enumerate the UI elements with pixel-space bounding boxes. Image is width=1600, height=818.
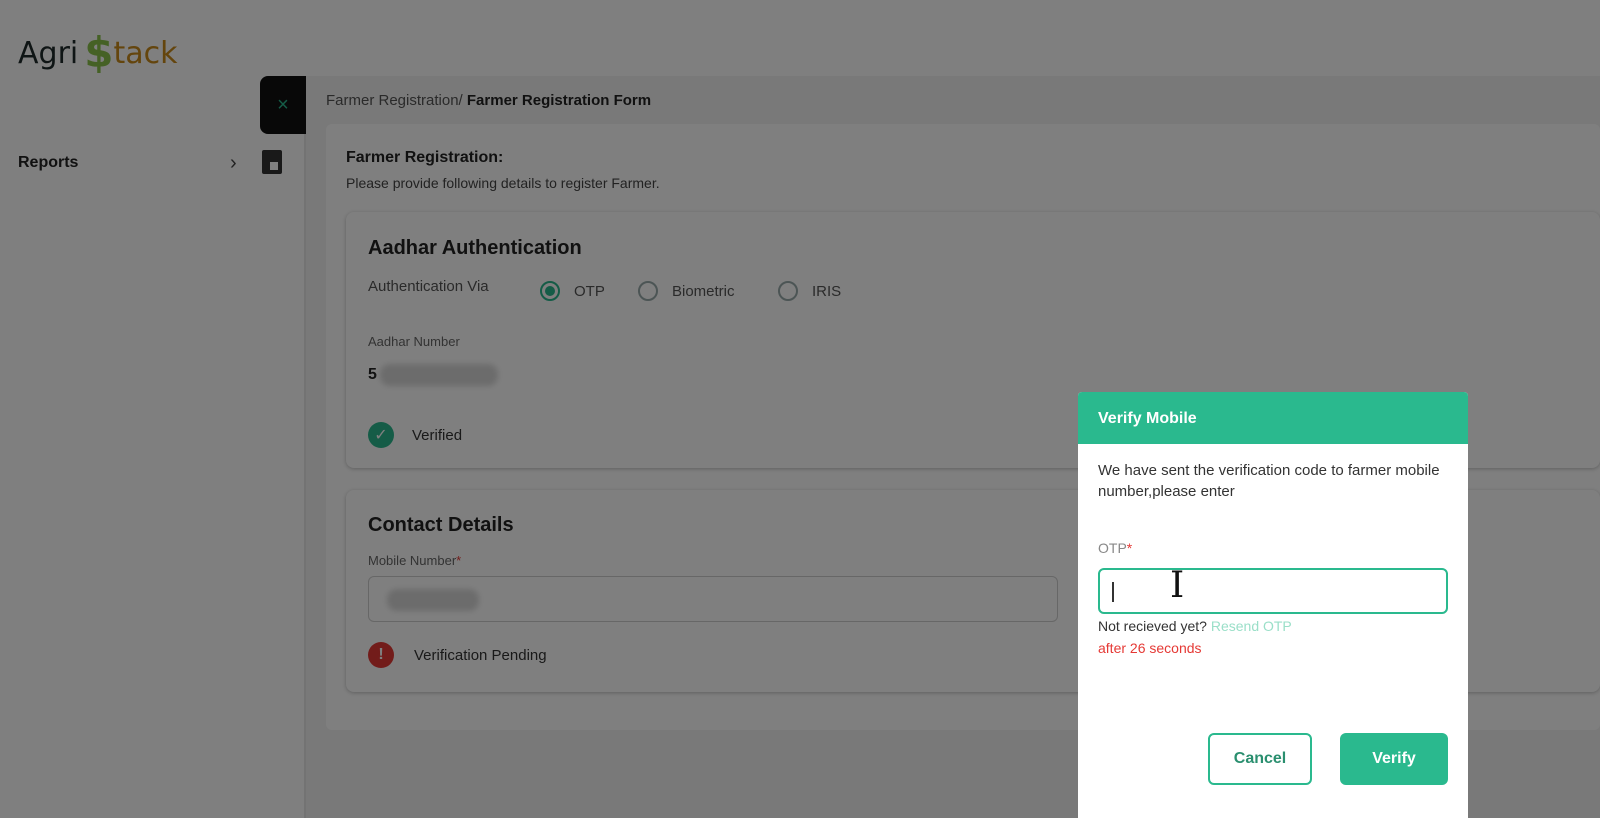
otp-input[interactable] (1098, 568, 1448, 614)
required-mark: * (1126, 540, 1133, 556)
text-caret (1112, 582, 1114, 602)
not-received-text: Not recieved yet? (1098, 618, 1207, 634)
cancel-button[interactable]: Cancel (1208, 733, 1312, 785)
verify-mobile-dialog: Verify Mobile We have sent the verificat… (1078, 392, 1468, 818)
resend-timer: after 26 seconds (1098, 640, 1202, 656)
ibeam-cursor-icon: I (1170, 565, 1185, 606)
resend-otp-link[interactable]: Resend OTP (1211, 618, 1292, 634)
dialog-message: We have sent the verification code to fa… (1098, 462, 1440, 500)
otp-label-text: OTP (1098, 540, 1127, 556)
verify-button[interactable]: Verify (1340, 733, 1448, 785)
otp-label: OTP* (1098, 540, 1132, 556)
dialog-title: Verify Mobile (1078, 392, 1468, 444)
resend-row: Not recieved yet? Resend OTP (1098, 618, 1292, 634)
